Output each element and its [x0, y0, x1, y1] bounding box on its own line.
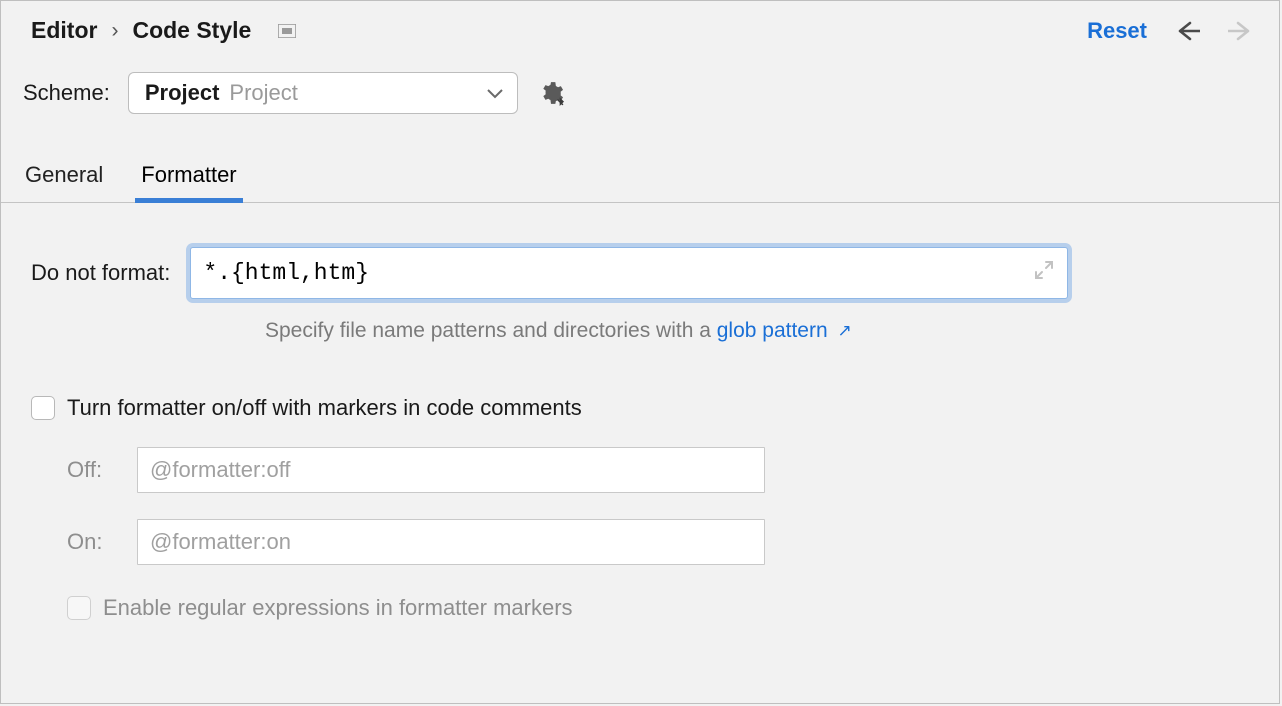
off-marker-label: Off: — [67, 457, 137, 483]
regex-checkbox-label: Enable regular expressions in formatter … — [103, 595, 573, 621]
on-marker-input — [137, 519, 765, 565]
nav-back-icon[interactable] — [1173, 19, 1201, 43]
markers-checkbox-row: Turn formatter on/off with markers in co… — [31, 395, 1249, 421]
regex-checkbox-row: Enable regular expressions in formatter … — [67, 595, 1249, 621]
regex-checkbox — [67, 596, 91, 620]
off-marker-row: Off: — [67, 447, 1249, 493]
markers-checkbox-label[interactable]: Turn formatter on/off with markers in co… — [67, 395, 582, 421]
breadcrumb-current: Code Style — [132, 17, 251, 44]
do-not-format-input[interactable] — [190, 247, 1068, 299]
do-not-format-label: Do not format: — [31, 260, 170, 286]
scheme-dropdown[interactable]: Project Project — [128, 72, 518, 114]
panel-header: Editor › Code Style Reset — [1, 1, 1279, 56]
do-not-format-hint: Specify file name patterns and directori… — [265, 319, 1249, 343]
reset-button[interactable]: Reset — [1087, 18, 1147, 44]
scheme-selected-value: Project — [145, 80, 220, 106]
scheme-row: Scheme: Project Project — [1, 56, 1279, 114]
tab-content: Do not format: Specify file name pattern… — [1, 203, 1279, 641]
glob-pattern-link[interactable]: glob pattern — [717, 319, 828, 342]
scheme-secondary-value: Project — [229, 80, 486, 106]
on-marker-row: On: — [67, 519, 1249, 565]
external-link-icon: ↗ — [838, 321, 852, 341]
nav-forward-icon — [1227, 19, 1255, 43]
scheme-label: Scheme: — [23, 80, 110, 106]
markers-subgroup: Off: On: Enable regular expressions in f… — [67, 447, 1249, 621]
breadcrumb-parent[interactable]: Editor — [31, 17, 97, 44]
off-marker-input — [137, 447, 765, 493]
header-actions: Reset — [1087, 18, 1255, 44]
do-not-format-row: Do not format: — [31, 247, 1249, 299]
on-marker-label: On: — [67, 529, 137, 555]
do-not-format-input-wrap — [190, 247, 1068, 299]
tab-formatter[interactable]: Formatter — [141, 162, 236, 202]
chevron-down-icon — [487, 81, 503, 105]
breadcrumb-separator: › — [111, 19, 118, 43]
hint-text: Specify file name patterns and directori… — [265, 319, 717, 342]
breadcrumb: Editor › Code Style — [31, 17, 297, 44]
tab-bar: General Formatter — [1, 114, 1279, 203]
settings-panel: Editor › Code Style Reset — [0, 0, 1280, 704]
markers-checkbox[interactable] — [31, 396, 55, 420]
collapse-icon[interactable] — [277, 23, 297, 39]
tab-general[interactable]: General — [25, 162, 103, 202]
expand-field-icon[interactable] — [1034, 260, 1054, 286]
gear-icon[interactable] — [536, 78, 566, 108]
